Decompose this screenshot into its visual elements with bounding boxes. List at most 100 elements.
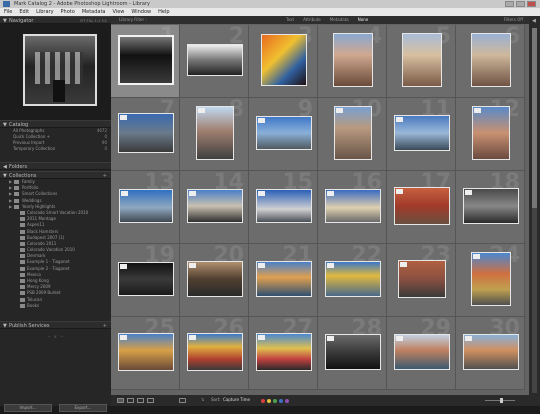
sort-select[interactable]: Capture Time <box>223 397 250 402</box>
grid-scrollbar[interactable] <box>532 28 537 393</box>
stack-badge-icon[interactable] <box>326 335 334 341</box>
menu-library[interactable]: Library <box>36 8 53 16</box>
grid-cell[interactable]: 20 <box>180 244 249 317</box>
collection-item[interactable]: Books <box>0 303 111 309</box>
stack-badge-icon[interactable] <box>395 116 403 122</box>
collections-header[interactable]: ▼ Collections + <box>0 171 111 179</box>
grid-cell[interactable]: 23 <box>387 244 456 317</box>
grid-cell[interactable]: 13 <box>111 171 180 244</box>
grid-cell[interactable]: 18 <box>456 171 525 244</box>
menu-photo[interactable]: Photo <box>61 8 75 16</box>
menu-file[interactable]: File <box>4 8 12 16</box>
photo-thumbnail[interactable] <box>470 32 511 87</box>
tab-none[interactable]: None <box>358 16 368 24</box>
stack-badge-icon[interactable] <box>188 262 196 268</box>
maximize-button[interactable] <box>516 1 525 7</box>
folders-header[interactable]: ◀ Folders <box>0 162 111 170</box>
photo-thumbnail[interactable] <box>117 34 174 85</box>
photo-thumbnail[interactable] <box>332 32 373 87</box>
loupe-view-icon[interactable] <box>127 398 134 403</box>
grid-cell[interactable]: 5 <box>387 25 456 98</box>
stack-badge-icon[interactable] <box>335 107 343 113</box>
grid-cell[interactable]: 15 <box>249 171 318 244</box>
sort-direction-icon[interactable]: ⇅ <box>201 397 204 402</box>
stack-badge-icon[interactable] <box>257 334 265 340</box>
menu-window[interactable]: Window <box>131 8 151 16</box>
menu-help[interactable]: Help <box>158 8 169 16</box>
stack-badge-icon[interactable] <box>257 117 265 123</box>
grid-cell[interactable]: 27 <box>249 317 318 390</box>
color-label-purple[interactable] <box>285 399 289 403</box>
stack-badge-icon[interactable] <box>464 189 472 195</box>
import-button[interactable]: Import... <box>4 404 52 412</box>
stack-badge-icon[interactable] <box>473 107 481 113</box>
stack-badge-icon[interactable] <box>326 262 334 268</box>
grid-cell[interactable]: 30 <box>456 317 525 390</box>
stack-badge-icon[interactable] <box>119 334 127 340</box>
stack-badge-icon[interactable] <box>395 188 403 194</box>
tab-attribute[interactable]: Attribute <box>303 16 321 24</box>
stack-badge-icon[interactable] <box>119 114 127 120</box>
grid-cell[interactable]: 6 <box>456 25 525 98</box>
grid-cell[interactable]: 19 <box>111 244 180 317</box>
tab-metadata[interactable]: Metadata <box>330 16 349 24</box>
grid-cell[interactable]: 29 <box>387 317 456 390</box>
grid-cell[interactable]: 25 <box>111 317 180 390</box>
color-label-blue[interactable] <box>279 399 283 403</box>
color-label-green[interactable] <box>273 399 277 403</box>
menu-view[interactable]: View <box>113 8 125 16</box>
photo-thumbnail[interactable] <box>195 105 234 160</box>
menu-edit[interactable]: Edit <box>19 8 29 16</box>
stack-badge-icon[interactable] <box>395 335 403 341</box>
grid-cell[interactable]: 1 <box>111 25 180 98</box>
grid-cell[interactable]: 8 <box>180 98 249 171</box>
photo-thumbnail[interactable] <box>471 105 510 160</box>
color-label-red[interactable] <box>261 399 265 403</box>
stack-badge-icon[interactable] <box>119 263 127 269</box>
grid-cell[interactable]: 2 <box>180 25 249 98</box>
navigator-header[interactable]: ▼ Navigator FIT FILL 1:1 3:1 <box>0 16 111 24</box>
grid-cell[interactable]: 12 <box>456 98 525 171</box>
stack-badge-icon[interactable] <box>120 190 128 196</box>
grid-cell[interactable]: 16 <box>318 171 387 244</box>
grid-cell[interactable]: 22 <box>318 244 387 317</box>
grid-cell[interactable]: 9 <box>249 98 318 171</box>
survey-view-icon[interactable] <box>147 398 154 403</box>
menu-metadata[interactable]: Metadata <box>82 8 106 16</box>
grid-cell[interactable]: 28 <box>318 317 387 390</box>
photo-thumbnail[interactable] <box>260 33 307 86</box>
minimize-button[interactable] <box>505 1 514 7</box>
scrollbar-thumb[interactable] <box>532 28 537 208</box>
close-button[interactable] <box>527 1 536 7</box>
stack-badge-icon[interactable] <box>464 335 472 341</box>
grid-cell[interactable]: 26 <box>180 317 249 390</box>
grid-cell[interactable]: 7 <box>111 98 180 171</box>
thumbnail-size-slider-handle[interactable] <box>500 398 503 403</box>
color-label-yellow[interactable] <box>267 399 271 403</box>
grid-cell[interactable]: 17 <box>387 171 456 244</box>
grid-cell[interactable]: 21 <box>249 244 318 317</box>
grid-cell[interactable]: 10 <box>318 98 387 171</box>
photo-thumbnail[interactable] <box>186 43 243 76</box>
photo-thumbnail[interactable] <box>333 105 372 160</box>
photo-thumbnail[interactable] <box>401 32 442 87</box>
add-publish-service-icon[interactable]: + <box>103 322 107 330</box>
grid-view-icon[interactable] <box>117 398 124 403</box>
catalog-item[interactable]: Temporary Collection 0 <box>0 146 111 152</box>
stack-badge-icon[interactable] <box>188 334 196 340</box>
painter-icon[interactable] <box>179 398 186 403</box>
publish-services-header[interactable]: ▼ Publish Services + <box>0 321 111 329</box>
filters-off-dropdown[interactable]: Filters Off <box>504 16 523 24</box>
stack-badge-icon[interactable] <box>188 190 196 196</box>
navigator-preview-image[interactable] <box>23 34 97 106</box>
photo-thumbnail[interactable] <box>470 251 511 306</box>
grid-cell[interactable]: 24 <box>456 244 525 317</box>
stack-badge-icon[interactable] <box>257 262 265 268</box>
grid-cell[interactable]: 3 <box>249 25 318 98</box>
export-button[interactable]: Export... <box>59 404 107 412</box>
stack-badge-icon[interactable] <box>197 107 205 113</box>
tab-text[interactable]: Text <box>286 16 294 24</box>
grid-cell[interactable]: 4 <box>318 25 387 98</box>
stack-badge-icon[interactable] <box>472 253 480 259</box>
stack-badge-icon[interactable] <box>257 190 265 196</box>
